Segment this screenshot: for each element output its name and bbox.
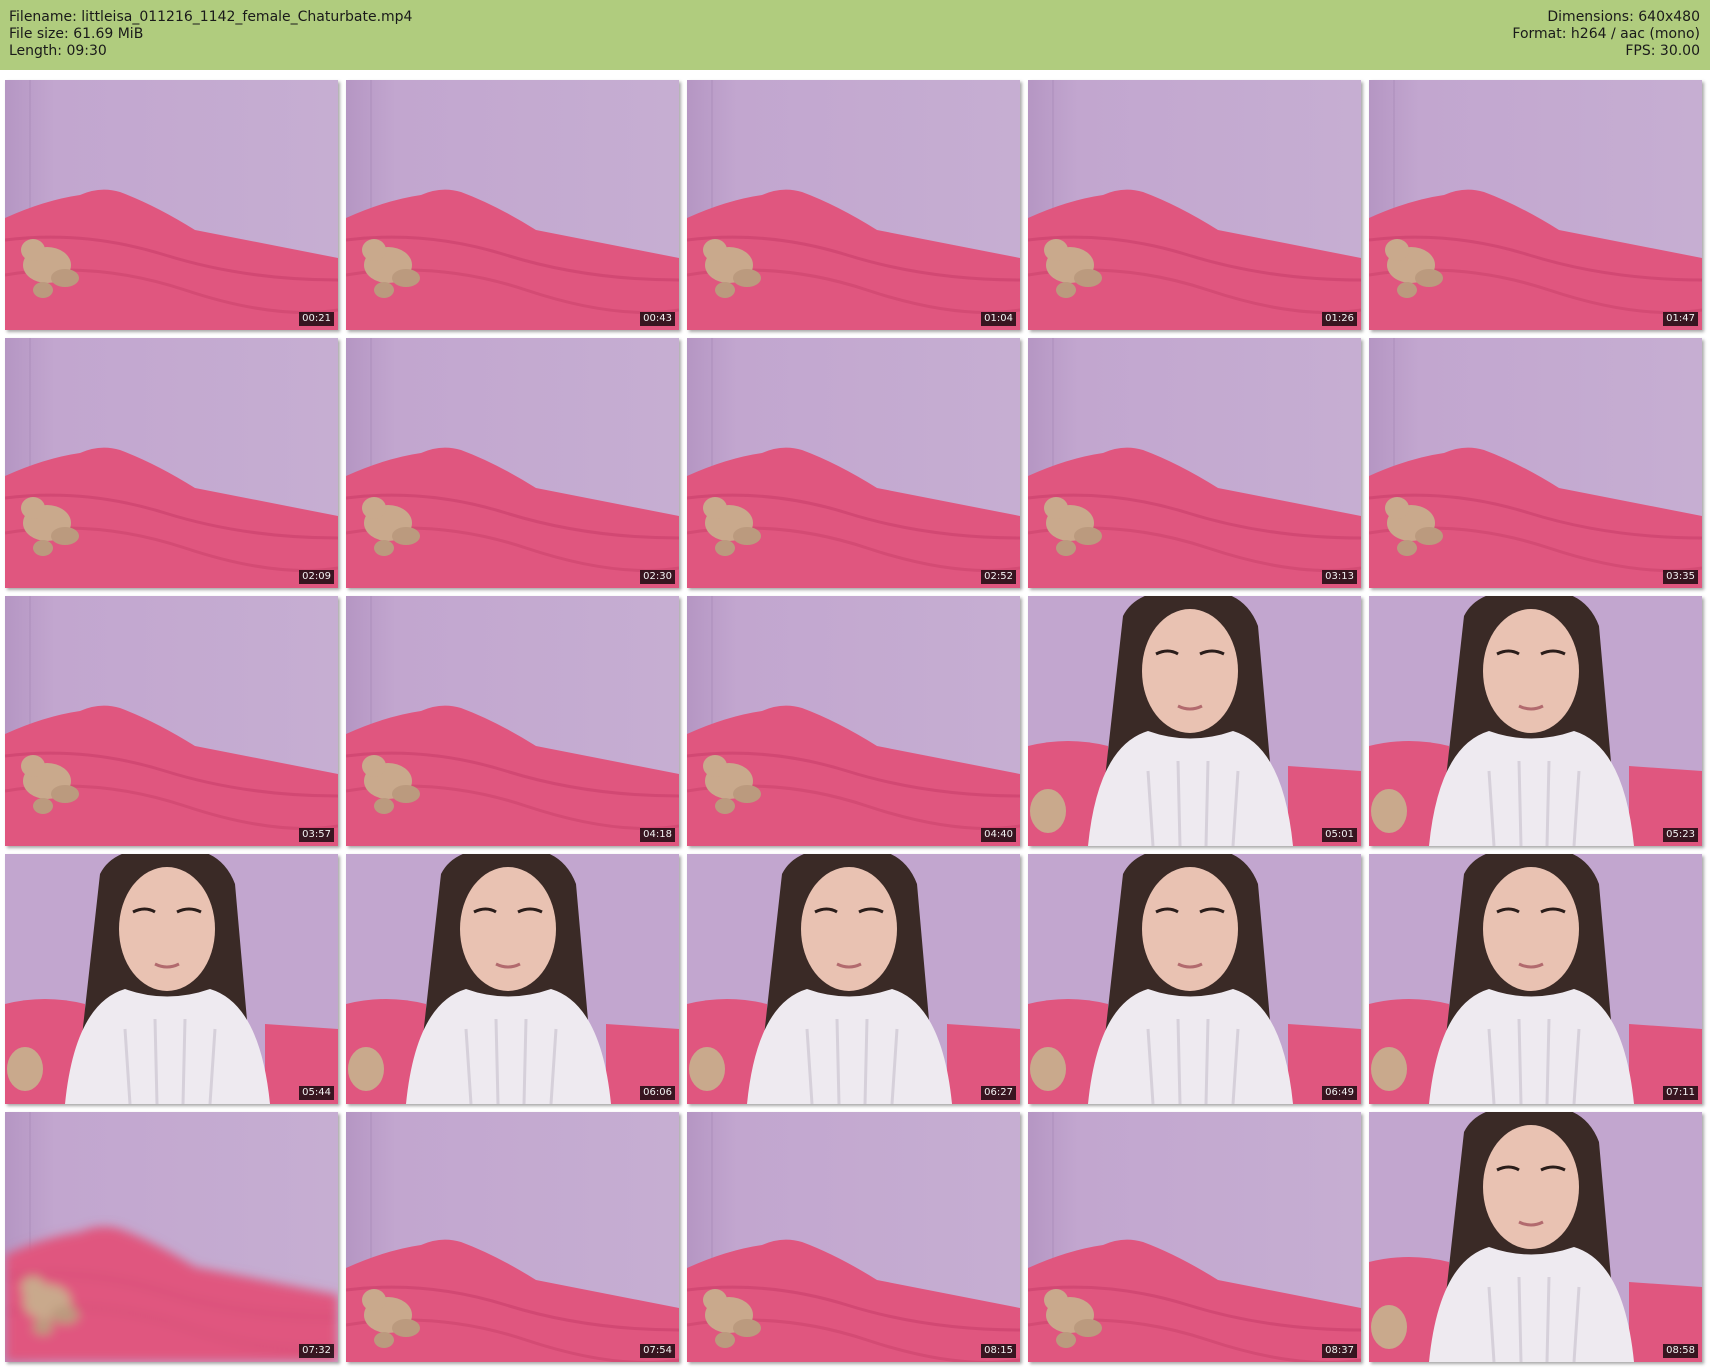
- video-thumbnail: 07:11: [1369, 854, 1702, 1104]
- video-thumbnail: 05:23: [1369, 596, 1702, 846]
- frame-timestamp: 04:18: [640, 828, 675, 842]
- frame-timestamp: 08:15: [981, 1344, 1016, 1358]
- frame-timestamp: 06:49: [1322, 1086, 1357, 1100]
- frame-image: [1369, 854, 1702, 1104]
- frame-image: [346, 1112, 679, 1362]
- frame-image: [1369, 338, 1702, 588]
- frame-timestamp: 00:21: [299, 312, 334, 326]
- frame-image: [1369, 1112, 1702, 1362]
- frame-image: [687, 1112, 1020, 1362]
- frame-timestamp: 05:01: [1322, 828, 1357, 842]
- frame-timestamp: 03:13: [1322, 570, 1357, 584]
- frame-timestamp: 07:11: [1663, 1086, 1698, 1100]
- dimensions-text: Dimensions: 640x480: [1547, 9, 1700, 25]
- video-thumbnail: 00:43: [346, 80, 679, 330]
- frame-image: [1028, 338, 1361, 588]
- filename-text: Filename: littleisa_011216_1142_female_C…: [9, 9, 413, 25]
- file-info-right: Dimensions: 640x480 Format: h264 / aac (…: [1512, 9, 1700, 60]
- frame-image: [687, 596, 1020, 846]
- video-thumbnail: 06:06: [346, 854, 679, 1104]
- frame-image: [5, 596, 338, 846]
- video-thumbnail: 01:47: [1369, 80, 1702, 330]
- frame-image: [1028, 596, 1361, 846]
- frame-timestamp: 01:04: [981, 312, 1016, 326]
- video-thumbnail: 01:26: [1028, 80, 1361, 330]
- frame-timestamp: 02:09: [299, 570, 334, 584]
- frame-timestamp: 05:44: [299, 1086, 334, 1100]
- frame-image: [5, 80, 338, 330]
- frame-image: [687, 80, 1020, 330]
- frame-image: [5, 854, 338, 1104]
- frame-timestamp: 00:43: [640, 312, 675, 326]
- video-thumbnail: 08:58: [1369, 1112, 1702, 1362]
- video-thumbnail: 02:30: [346, 338, 679, 588]
- frame-image: [346, 338, 679, 588]
- thumbnail-grid: 00:21 00:43 01:04 01:26 01:47 02:09 02:3…: [5, 80, 1705, 1365]
- video-thumbnail: 02:52: [687, 338, 1020, 588]
- frame-image: [1028, 854, 1361, 1104]
- frame-image: [5, 1112, 338, 1362]
- format-text: Format: h264 / aac (mono): [1512, 26, 1700, 42]
- frame-image: [1028, 1112, 1361, 1362]
- frame-image: [346, 854, 679, 1104]
- frame-image: [687, 338, 1020, 588]
- video-thumbnail: 06:49: [1028, 854, 1361, 1104]
- video-thumbnail: 05:44: [5, 854, 338, 1104]
- video-thumbnail: 04:18: [346, 596, 679, 846]
- video-thumbnail: 07:54: [346, 1112, 679, 1362]
- frame-image: [1369, 80, 1702, 330]
- file-info-left: Filename: littleisa_011216_1142_female_C…: [9, 9, 412, 60]
- video-thumbnail: 04:40: [687, 596, 1020, 846]
- video-thumbnail: 02:09: [5, 338, 338, 588]
- video-thumbnail: 05:01: [1028, 596, 1361, 846]
- frame-timestamp: 03:35: [1663, 570, 1698, 584]
- video-thumbnail: 00:21: [5, 80, 338, 330]
- frame-timestamp: 03:57: [299, 828, 334, 842]
- video-thumbnail: 01:04: [687, 80, 1020, 330]
- frame-image: [1028, 80, 1361, 330]
- frame-timestamp: 06:06: [640, 1086, 675, 1100]
- frame-timestamp: 06:27: [981, 1086, 1016, 1100]
- video-thumbnail: 06:27: [687, 854, 1020, 1104]
- frame-timestamp: 05:23: [1663, 828, 1698, 842]
- frame-timestamp: 02:30: [640, 570, 675, 584]
- video-thumbnail: 08:15: [687, 1112, 1020, 1362]
- video-thumbnail: 03:57: [5, 596, 338, 846]
- video-thumbnail: 03:35: [1369, 338, 1702, 588]
- video-thumbnail: 03:13: [1028, 338, 1361, 588]
- frame-image: [346, 596, 679, 846]
- frame-timestamp: 01:47: [1663, 312, 1698, 326]
- frame-timestamp: 07:54: [640, 1344, 675, 1358]
- frame-timestamp: 08:37: [1322, 1344, 1357, 1358]
- frame-image: [5, 338, 338, 588]
- frame-timestamp: 07:32: [299, 1344, 334, 1358]
- contact-sheet-header: Filename: littleisa_011216_1142_female_C…: [0, 0, 1710, 70]
- frame-timestamp: 01:26: [1322, 312, 1357, 326]
- frame-image: [346, 80, 679, 330]
- fps-text: FPS: 30.00: [1625, 43, 1700, 59]
- frame-timestamp: 04:40: [981, 828, 1016, 842]
- video-thumbnail: 07:32: [5, 1112, 338, 1362]
- frame-timestamp: 02:52: [981, 570, 1016, 584]
- frame-timestamp: 08:58: [1663, 1344, 1698, 1358]
- video-thumbnail: 08:37: [1028, 1112, 1361, 1362]
- frame-image: [687, 854, 1020, 1104]
- frame-image: [1369, 596, 1702, 846]
- filesize-text: File size: 61.69 MiB: [9, 26, 144, 42]
- length-text: Length: 09:30: [9, 43, 107, 59]
